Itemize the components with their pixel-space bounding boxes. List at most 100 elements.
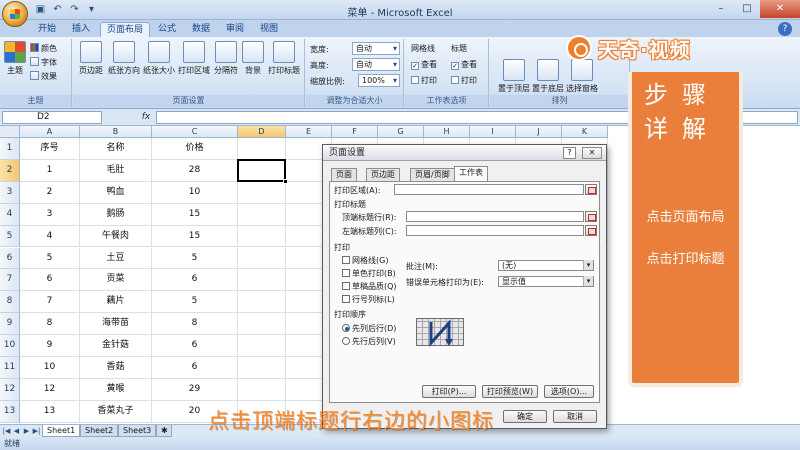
row-header-8[interactable]: 8 [0,291,20,314]
cell-d5[interactable] [238,225,286,248]
row-header-13[interactable]: 13 [0,400,20,423]
fonts-button[interactable]: 字体 [30,57,57,68]
selection-pane-button[interactable]: 选择窗格 [564,59,600,94]
cell-b2[interactable]: 毛肚 [80,159,152,182]
cell-a7[interactable]: 6 [20,269,80,292]
cell-c9[interactable]: 8 [152,313,238,336]
height-select[interactable]: 自动 [352,58,400,71]
width-select[interactable]: 自动 [352,42,400,55]
cell-b4[interactable]: 鹅肠 [80,203,152,226]
effects-button[interactable]: 效果 [30,71,57,82]
print-area-button[interactable]: 打印区域 [177,41,211,76]
options-button[interactable]: 选项(O)... [544,385,594,398]
left-cols-picker-icon[interactable] [585,225,597,236]
scale-input[interactable]: 100% [358,74,400,87]
row-header-3[interactable]: 3 [0,181,20,204]
row-header-7[interactable]: 7 [0,269,20,292]
gridlines-print-checkbox[interactable]: 打印 [411,75,437,86]
cell-d8[interactable] [238,291,286,314]
dialog-help-icon[interactable]: ? [563,147,576,159]
cell-c3[interactable]: 10 [152,181,238,204]
dialog-tab-header-footer[interactable]: 页眉/页脚 [410,168,455,181]
column-header-e[interactable]: E [286,126,332,138]
cell-d7[interactable] [238,269,286,292]
row-col-headings-checkbox[interactable]: 行号列标(L) [342,294,395,305]
cell-b8[interactable]: 藕片 [80,291,152,314]
dialog-close-icon[interactable]: ✕ [582,147,602,159]
colors-button[interactable]: 颜色 [30,43,57,54]
cell-c10[interactable]: 6 [152,335,238,357]
dialog-tab-sheet[interactable]: 工作表 [454,166,488,182]
headings-view-checkbox[interactable]: ✓ 查看 [451,59,477,70]
breaks-button[interactable]: 分隔符 [212,41,240,76]
last-sheet-arrow-icon[interactable]: ▶| [32,426,41,436]
cell-c4[interactable]: 15 [152,203,238,226]
cell-b12[interactable]: 黄喉 [80,378,152,401]
next-sheet-arrow-icon[interactable]: ▶ [22,426,31,436]
cell-c11[interactable]: 6 [152,357,238,379]
left-cols-input[interactable] [406,225,584,236]
print-area-input[interactable] [394,184,584,195]
cell-b5[interactable]: 午餐肉 [80,225,152,248]
cell-d11[interactable] [238,357,286,379]
cell-c12[interactable]: 29 [152,378,238,401]
top-rows-input[interactable] [406,211,584,222]
tab-view[interactable]: 视图 [254,22,284,37]
headings-print-checkbox[interactable]: 打印 [451,75,477,86]
cell-a11[interactable]: 10 [20,357,80,379]
gridlines-view-checkbox[interactable]: ✓ 查看 [411,59,437,70]
print-button[interactable]: 打印(P)... [422,385,476,398]
cell-a12[interactable]: 12 [20,378,80,401]
print-titles-button[interactable]: 打印标题 [266,41,302,76]
select-all-corner[interactable] [0,126,20,138]
tab-review[interactable]: 审阅 [220,22,250,37]
cell-a5[interactable]: 4 [20,225,80,248]
cell-d4[interactable] [238,203,286,226]
tab-insert[interactable]: 插入 [66,22,96,37]
sheet-tab-3[interactable]: Sheet3 [118,425,157,437]
print-preview-button[interactable]: 打印预览(W) [482,385,538,398]
ok-button[interactable]: 确定 [503,410,547,423]
cell-c5[interactable]: 15 [152,225,238,248]
cell-b6[interactable]: 土豆 [80,247,152,270]
dialog-tab-margins[interactable]: 页边距 [366,168,400,181]
row-header-9[interactable]: 9 [0,313,20,336]
cell-b1[interactable]: 名称 [80,138,152,160]
cell-c1[interactable]: 价格 [152,138,238,160]
cell-d10[interactable] [238,335,286,357]
cell-a6[interactable]: 5 [20,247,80,270]
row-header-12[interactable]: 12 [0,378,20,401]
black-white-checkbox[interactable]: 单色打印(B) [342,268,396,279]
insert-sheet-icon[interactable]: ✱ [156,425,172,437]
row-header-11[interactable]: 11 [0,357,20,379]
cell-a8[interactable]: 7 [20,291,80,314]
cell-b7[interactable]: 贡菜 [80,269,152,292]
prev-sheet-arrow-icon[interactable]: ◀ [12,426,21,436]
cancel-button[interactable]: 取消 [553,410,597,423]
cell-d9[interactable] [238,313,286,336]
column-header-c[interactable]: C [152,126,238,138]
maximize-button[interactable]: □ [734,0,760,18]
column-header-d[interactable]: D [238,126,286,138]
row-header-4[interactable]: 4 [0,203,20,226]
cell-a1[interactable]: 序号 [20,138,80,160]
column-header-a[interactable]: A [20,126,80,138]
first-sheet-arrow-icon[interactable]: |◀ [2,426,11,436]
bring-to-front-button[interactable]: 置于顶层 [496,59,532,94]
cell-a4[interactable]: 3 [20,203,80,226]
help-icon[interactable]: ? [778,22,792,36]
cell-d12[interactable] [238,378,286,401]
column-header-h[interactable]: H [424,126,470,138]
down-then-over-radio[interactable]: 先列后行(D) [342,323,396,334]
cell-b3[interactable]: 鸭血 [80,181,152,204]
cell-a10[interactable]: 9 [20,335,80,357]
tab-data[interactable]: 数据 [186,22,216,37]
comments-select[interactable]: (无) [498,260,594,271]
send-to-back-button[interactable]: 置于底层 [530,59,566,94]
row-header-6[interactable]: 6 [0,247,20,270]
office-button[interactable] [2,1,28,27]
column-header-i[interactable]: I [470,126,516,138]
errors-select[interactable]: 显示值 [498,276,594,287]
column-header-f[interactable]: F [332,126,378,138]
orientation-button[interactable]: 纸张方向 [107,41,141,76]
